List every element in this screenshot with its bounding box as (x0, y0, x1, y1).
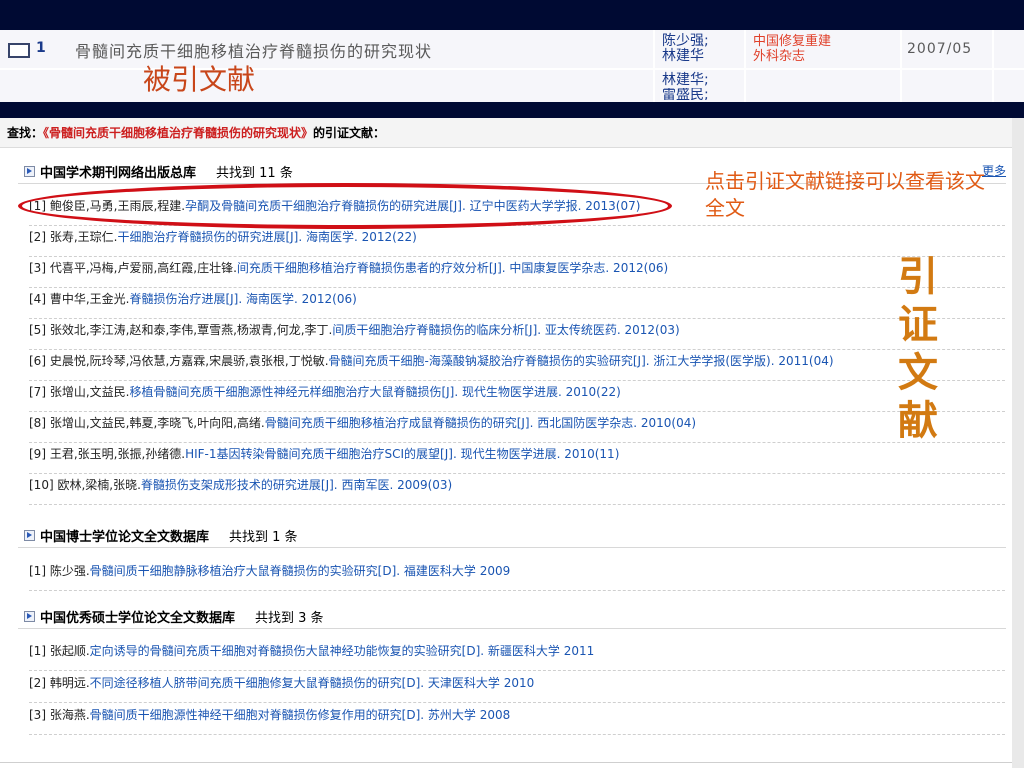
section-expand-icon[interactable] (24, 611, 35, 622)
row-checkbox[interactable] (8, 43, 30, 58)
section-title: 中国博士学位论文全文数据库 (40, 530, 210, 545)
search-query: 《骨髓间充质干细胞移植治疗脊髓损伤的研究现状》 (43, 126, 314, 140)
section-expand-icon[interactable] (24, 530, 35, 541)
citation-item[interactable]: [4] 曹中华,王金光.脊髓损伤治疗进展[J]. 海南医学. 2012(06) (29, 289, 1005, 319)
click-hint-annotation: 点击引证文献链接可以查看该文全文 (705, 169, 985, 220)
citation-item[interactable]: [8] 张增山,文益民,韩夏,李晓飞,叶向阳,高绪.骨髓间充质干细胞移植治疗成鼠… (29, 413, 1005, 443)
section-title: 中国学术期刊网络出版总库 (40, 166, 197, 181)
right-scroll-area[interactable] (1012, 118, 1024, 768)
citation-item[interactable]: [6] 史晨悦,阮玲琴,冯依慧,方嘉霖,宋晨骄,袁张根,丁悦敏.骨髓间充质干细胞… (29, 351, 1005, 381)
section-count: 共找到 1 条 (229, 530, 298, 545)
author-line[interactable]: 陈少强; (662, 34, 709, 49)
author-line[interactable]: 林建华 (662, 49, 704, 64)
section-title: 中国优秀硕士学位论文全文数据库 (40, 611, 236, 626)
top-dark-bar (0, 0, 1024, 30)
header-divider (653, 30, 655, 102)
author-line[interactable]: 雷盛民; (662, 88, 709, 100)
search-suffix: 的引证文献： (313, 126, 386, 140)
section-header-masters[interactable]: 中国优秀硕士学位论文全文数据库 共找到 3 条 (40, 607, 324, 626)
citation-item[interactable]: [5] 张效北,李江涛,赵和泰,李伟,覃雪燕,杨淑青,何龙,李丁.间质干细胞治疗… (29, 320, 1005, 350)
journal-name[interactable]: 外科杂志 (753, 49, 805, 64)
author-line[interactable]: 林建华; (662, 73, 709, 88)
section-header-doctoral[interactable]: 中国博士学位论文全文数据库 共找到 1 条 (40, 526, 298, 545)
search-label: 查找： (7, 126, 44, 140)
header-divider (900, 30, 902, 102)
citing-docs-annotation: 引证文献 (898, 253, 938, 444)
search-summary: 查找：《骨髓间充质干细胞移植治疗脊髓损伤的研究现状》的引证文献： (7, 124, 385, 141)
section-expand-icon[interactable] (24, 166, 35, 177)
header-divider (744, 30, 746, 102)
row-number: 1 (36, 40, 46, 56)
citation-item[interactable]: [3] 代喜平,冯梅,卢爱丽,高红霞,庄壮锋.间充质干细胞移植治疗脊髓损伤患者的… (29, 258, 1005, 288)
section-divider (18, 547, 1006, 548)
citation-item[interactable]: [1] 陈少强.骨髓间质干细胞静脉移植治疗大鼠脊髓损伤的实验研究[D]. 福建医… (29, 561, 1005, 591)
journal-name[interactable]: 中国修复重建 (753, 34, 831, 49)
section-count: 共找到 3 条 (255, 611, 324, 626)
citation-item[interactable]: [2] 韩明远.不同途径移植人脐带间充质干细胞修复大鼠脊髓损伤的研究[D]. 天… (29, 673, 1005, 703)
citation-item[interactable]: [7] 张增山,文益民.移植骨髓间充质干细胞源性神经元样细胞治疗大鼠脊髓损伤[J… (29, 382, 1005, 412)
cited-doc-annotation: 被引文献 (143, 63, 256, 96)
citation-item[interactable]: [10] 欧林,梁楠,张晓.脊髓损伤支架成形技术的研究进展[J]. 西南军医. … (29, 475, 1005, 505)
section-header-journals[interactable]: 中国学术期刊网络出版总库 共找到 11 条 (40, 162, 293, 181)
section-count: 共找到 11 条 (216, 166, 293, 181)
citation-item[interactable]: [2] 张寿,王琮仁.干细胞治疗脊髓损伤的研究进展[J]. 海南医学. 2012… (29, 227, 1005, 257)
citation-item[interactable]: [3] 张海燕.骨髓间质干细胞源性神经干细胞对脊髓损伤修复作用的研究[D]. 苏… (29, 705, 1005, 735)
citation-item[interactable]: [9] 王君,张玉明,张振,孙绪德.HIF-1基因转染骨髓间充质干细胞治疗SCI… (29, 444, 1005, 474)
bottom-divider (0, 762, 1012, 763)
highlight-ellipse (18, 183, 672, 229)
header-divider (992, 30, 994, 102)
publish-date: 2007/05 (907, 41, 973, 57)
section-divider (18, 628, 1006, 629)
citation-item[interactable]: [1] 张起顺.定向诱导的骨髓间充质干细胞对脊髓损伤大鼠神经功能恢复的实验研究[… (29, 641, 1005, 671)
